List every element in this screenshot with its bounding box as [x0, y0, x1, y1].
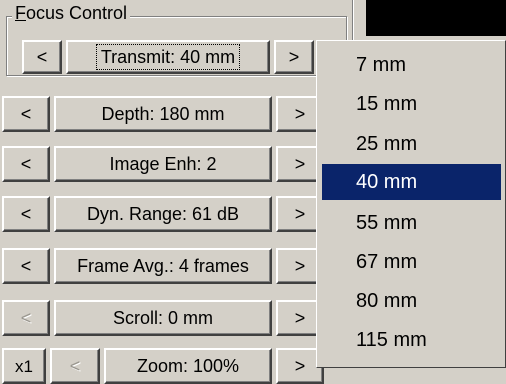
frame-avg-decrease-button[interactable]: < [2, 248, 50, 284]
dropdown-option-55mm[interactable]: 55 mm [322, 205, 501, 241]
depth-decrease-button[interactable]: < [2, 96, 50, 132]
zoom-button[interactable]: Zoom: 100% [104, 348, 272, 384]
dropdown-option-67mm[interactable]: 67 mm [322, 244, 501, 280]
dyn-range-decrease-button[interactable]: < [2, 196, 50, 232]
dropdown-option-7mm[interactable]: 7 mm [322, 47, 501, 83]
transmit-decrease-button[interactable]: < [22, 40, 62, 74]
dyn-range-label: Dyn. Range: 61 dB [86, 204, 240, 224]
scroll-label: Scroll: 0 mm [112, 308, 213, 328]
dropdown-option-25mm[interactable]: 25 mm [322, 126, 501, 162]
dropdown-option-80mm[interactable]: 80 mm [322, 283, 501, 319]
depth-label: Depth: 180 mm [101, 104, 225, 124]
dropdown-option-40mm[interactable]: 40 mm [322, 164, 501, 200]
frame-avg-button[interactable]: Frame Avg.: 4 frames [54, 248, 272, 284]
transmit-button[interactable]: Transmit: 40 mm [66, 40, 270, 74]
transmit-increase-button[interactable]: > [274, 40, 314, 74]
dropdown-option-115mm[interactable]: 115 mm [322, 322, 501, 358]
depth-button[interactable]: Depth: 180 mm [54, 96, 272, 132]
transmit-dropdown-list[interactable]: 7 mm 15 mm 25 mm 40 mm 55 mm 67 mm 80 mm… [316, 40, 506, 368]
image-enh-decrease-button[interactable]: < [2, 146, 50, 182]
image-enh-button[interactable]: Image Enh: 2 [54, 146, 272, 182]
image-display-area [366, 0, 506, 36]
scroll-button[interactable]: Scroll: 0 mm [54, 300, 272, 336]
focus-control-title-rest: ocus Control [26, 3, 128, 23]
zoom-x1-button[interactable]: x1 [2, 348, 46, 384]
transmit-label: Transmit: 40 mm [95, 44, 241, 70]
scroll-decrease-button[interactable]: < [2, 300, 50, 336]
zoom-decrease-button[interactable]: < [50, 348, 100, 384]
dyn-range-button[interactable]: Dyn. Range: 61 dB [54, 196, 272, 232]
image-enh-label: Image Enh: 2 [109, 154, 217, 174]
focus-control-title: Focus Control [12, 2, 131, 24]
dropdown-option-15mm[interactable]: 15 mm [322, 86, 501, 122]
frame-avg-label: Frame Avg.: 4 frames [77, 256, 249, 276]
zoom-label: Zoom: 100% [136, 356, 240, 376]
